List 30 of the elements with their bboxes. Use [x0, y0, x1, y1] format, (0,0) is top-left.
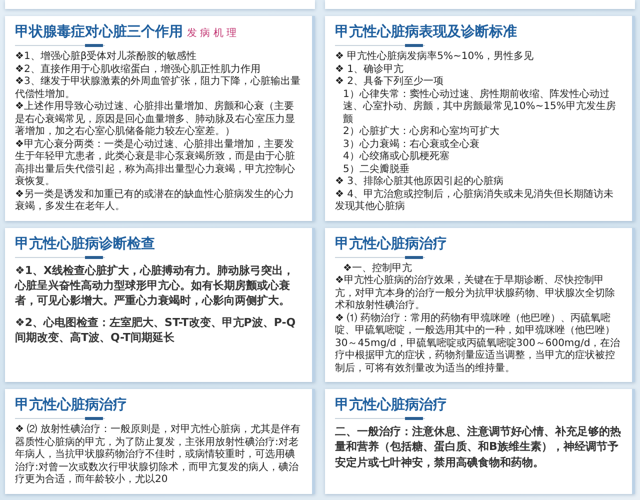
slide-paragraph: 二、一般治疗：注意休息、注意调节好心情、补充足够的热量和营养（包括糖、蛋白质、和B族维生素），神经调节予安定片或七叶神安，禁用高碘食物和药物。 — [335, 424, 622, 470]
slide-paragraph: ❖ 2、具备下列至少一项 — [335, 76, 445, 88]
slide-subtitle: 发 病 机 理 — [187, 26, 237, 40]
slide-paragraph: ❖ 甲亢性心脏病发病率5%~10%，男性多见 — [335, 51, 535, 64]
slide-paragraph: 4）心绞痛或心肌梗死塞 — [342, 151, 450, 164]
slide-paragraph: ❖1、X线检查心脏扩大，心脏搏动有力。肺动脉弓突出，心脏呈兴奋性高动力型球形甲亢心。如有长期房颤或心衰者，可见心影增大。严重心力衰竭时，心影向两侧扩大。 — [15, 262, 295, 309]
slide-paragraph: ❖2、心电图检查：左室肥大、ST-T改变、甲亢P波、P-Q间期改变、高T波、Q-T间期延长 — [15, 314, 297, 346]
slide-paragraph: ❖ ⑴ 药物治疗：常用的药物有甲巯咪唑（他巴唑）、丙硫氧嘧啶、甲硫氧嘧啶，一般选用其中的一种，如甲巯咪唑（他巴唑）30～45mg/d，甲硫氧嘧啶或丙硫氧嘧啶300～600mg/d，在治疗中根据甲亢的症状，药物剂量应适当调整，当甲亢的症状被控制后，可将有效剂量改为适当的维持量。 — [335, 312, 622, 375]
slide-title: 甲亢性心脏病治疗 — [335, 234, 447, 252]
slide-paragraph: ❖3、继发于甲状腺激素的外周血管扩张，阻力下降，心脏输出量代偿性增加。 — [15, 76, 302, 100]
slide-paragraph: ❖2、直接作用于心肌收缩蛋白，增强心肌正性肌力作用 — [15, 64, 262, 76]
slide-paragraph: ❖甲亢心衰分两类：一类是心动过速、心脏排出量增加，主要发生于年轻甲亢患者，此类心衰是非心泵衰竭所致，而是由于心脏高排出量后失代偿引起，称为高排出量型心力衰竭，甲亢控制心衰恢复。 — [15, 138, 296, 188]
slide-paragraph: 5）二尖瓣脱垂 — [342, 164, 410, 176]
slide-paragraph: ❖ 3、排除心脏其他原因引起的心脏病 — [335, 176, 505, 188]
slide-paragraph: ❖1、增强心脏β受体对儿茶酚胺的敏感性 — [15, 51, 198, 64]
slide-title: 甲亢性心脏病治疗 — [335, 396, 447, 414]
slide-paragraph: 3）心力衰竭：右心衰或全心衰 — [342, 138, 480, 150]
slide-paragraph: ❖另一类是诱发和加重已有的或潜在的缺血性心脏病发生的心力衰竭，多发生在老年人。 — [15, 188, 295, 214]
slide-title: 甲亢性心脏病治疗 — [15, 396, 127, 414]
slide-paragraph: 2）心脏扩大：心房和心室均可扩大 — [342, 126, 500, 138]
slide-paragraph: ❖上述作用导致心动过速、心脏排出量增加、房颤和心衰（主要是右心衰竭常见，原因是回心血量增多、肺动脉及右心室压力显著增加，加之右心室心肌储备能力较左心室差。） — [15, 101, 296, 138]
slide-paragraph: ❖甲亢性心脏病的治疗效果，关键在于早期诊断、尽快控制甲亢，对甲亢本身的治疗一般分为抗甲状腺药物、甲状腺次全切除术和放射性碘治疗。 — [335, 275, 616, 312]
slide-paragraph: ❖ 1、确诊甲亢 — [335, 64, 405, 76]
slide-paragraph: 1）心律失常：窦性心动过速、房性期前收缩、阵发性心动过速、心室扑动、房颤，其中房颤最常见10%~15%甲亢发生房颤 — [342, 88, 617, 126]
slide-title: 甲亢性心脏病表现及诊断标准 — [335, 23, 517, 41]
slide-title: 甲亢性心脏病诊断检查 — [15, 234, 155, 252]
slide-title: 甲状腺毒症对心脏三个作用 — [15, 23, 183, 41]
slide-paragraph: ❖一、控制甲亢 — [342, 262, 413, 274]
slide-paragraph: ❖ ⑵ 放射性碘治疗：一般原则是，对甲亢性心脏病，尤其是伴有器质性心脏病的甲亢，为了防止复发，主张用放射性碘治疗:对老年病人，当抗甲状腺药物治疗不佳时，或病情较重时，可选用碘治疗:对曾一次或数次行甲状腺切除术，而甲亢复发的病人，碘治疗更为合适，而年龄较小，尤以20 — [15, 424, 302, 486]
slide-paragraph: ❖ 4、甲亢治愈或控制后，心脏病消失或未见消失但长期随访未发现其他心脏病 — [335, 188, 615, 214]
